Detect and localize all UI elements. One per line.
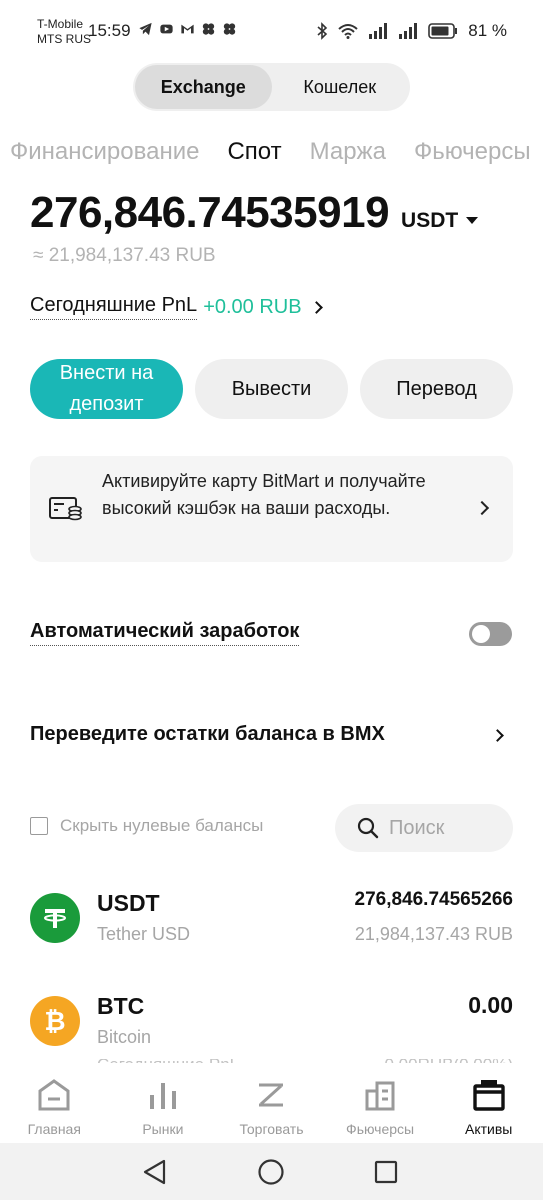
deposit-button[interactable]: Внести на депозит [30, 359, 183, 419]
asset-row-btc[interactable]: ₿ BTC Bitcoin 0.00 Сегодняшние PnL 0.00R… [30, 992, 513, 1069]
account-switch: Exchange Кошелек [133, 63, 410, 111]
futures-icon [365, 1081, 395, 1111]
total-balance: 276,846.74535919 USDT [30, 188, 479, 238]
card-cashback-icon [49, 497, 82, 521]
search-input[interactable] [389, 816, 499, 840]
hide-zero-checkbox[interactable] [30, 817, 48, 835]
caret-down-icon [466, 217, 479, 224]
nav-futures-label: Фьючерсы [346, 1121, 415, 1137]
bar-chart-icon [149, 1083, 176, 1109]
asset-name: Bitcoin [97, 1027, 152, 1047]
transfer-button[interactable]: Перевод [360, 359, 513, 419]
tab-spot[interactable]: Спот [227, 138, 281, 166]
balance-fiat: ≈ 21,984,137.43 RUB [33, 245, 216, 266]
nav-trade-label: Торговать [239, 1121, 304, 1137]
category-tabs: Финансирование Спот Маржа Фьючерсы [10, 138, 543, 166]
clock: 15:59 [88, 21, 131, 40]
toggle-knob [472, 625, 490, 643]
telegram-icon [139, 22, 152, 36]
app-icon-2 [223, 23, 236, 35]
wifi-icon [338, 24, 358, 39]
action-buttons: Внести на депозит Вывести Перевод [30, 359, 513, 419]
signal-icon-1 [369, 23, 388, 39]
deposit-label-line1: Внести на [59, 362, 154, 384]
tab-exchange[interactable]: Exchange [135, 65, 272, 109]
asset-symbol: BTC [97, 993, 145, 1019]
back-icon[interactable] [139, 1156, 171, 1188]
bluetooth-icon [317, 22, 328, 40]
system-icons: 81 % [316, 21, 507, 41]
bitcoin-icon: ₿ [30, 996, 80, 1046]
currency-selector[interactable]: USDT [401, 209, 479, 233]
tab-wallet[interactable]: Кошелек [272, 65, 409, 109]
hide-zero-balances[interactable]: Скрыть нулевые балансы [30, 816, 263, 836]
tab-funding[interactable]: Финансирование [10, 138, 199, 166]
convert-dust-link[interactable]: Переведите остатки баланса в BMX [30, 723, 385, 746]
currency-label: USDT [401, 209, 459, 232]
nav-home-label: Главная [27, 1121, 81, 1137]
recents-icon[interactable] [370, 1156, 402, 1188]
asset-row-usdt[interactable]: USDT Tether USD 276,846.74565266 21,984,… [30, 889, 513, 963]
wallet-icon [472, 1080, 505, 1111]
asset-name: Tether USD [97, 924, 191, 944]
promo-text: Активируйте карту BitMart и получайте вы… [102, 471, 426, 518]
gmail-icon [181, 24, 194, 34]
bottom-navigation: Главная Рынки Торговать Фьючерсы Активы [0, 1063, 543, 1143]
carrier-line-2: MTS RUS [37, 32, 91, 46]
tether-icon [30, 893, 80, 943]
nav-markets-label: Рынки [142, 1121, 184, 1137]
pnl-value: +0.00 RUB [203, 295, 302, 318]
asset-fiat-value: 21,984,137.43 RUB [354, 924, 513, 944]
nav-assets[interactable]: Активы [434, 1063, 543, 1143]
signal-icon-2 [399, 23, 418, 39]
card-promo-banner[interactable]: Активируйте карту BitMart и получайте вы… [30, 456, 513, 562]
notification-icons [138, 22, 237, 36]
pnl-label: Сегодняшние PnL [30, 294, 198, 320]
tab-margin[interactable]: Маржа [310, 138, 386, 166]
tether-glyph [44, 909, 66, 928]
nav-trade[interactable]: Торговать [217, 1063, 326, 1143]
carrier-line-1: T-Mobile [37, 17, 84, 31]
asset-amount: 276,846.74565266 [354, 889, 514, 910]
today-pnl[interactable]: Сегодняшние PnL +0.00 RUB [30, 294, 323, 320]
search-icon [357, 817, 379, 839]
battery-percent: 81 % [468, 21, 507, 40]
asset-symbol: USDT [97, 890, 160, 916]
deposit-label-line2: депозит [69, 393, 144, 415]
hide-zero-label: Скрыть нулевые балансы [60, 816, 264, 835]
asset-search[interactable] [335, 804, 513, 852]
chevron-right-icon [309, 300, 323, 314]
nav-home[interactable]: Главная [0, 1063, 109, 1143]
chevron-right-icon [474, 500, 490, 516]
balance-amount: 276,846.74535919 [30, 188, 390, 237]
home-circle-icon[interactable] [255, 1156, 287, 1188]
auto-earn-label: Автоматический заработок [30, 620, 300, 646]
youtube-icon [160, 24, 173, 34]
system-navigation-bar [0, 1143, 543, 1200]
auto-earn-toggle[interactable] [469, 622, 512, 646]
nav-assets-label: Активы [464, 1121, 513, 1137]
chevron-right-icon [491, 729, 504, 742]
nav-markets[interactable]: Рынки [109, 1063, 218, 1143]
status-bar: T-Mobile MTS RUS 15:59 81 % [0, 0, 543, 52]
trade-icon [259, 1083, 284, 1107]
withdraw-button[interactable]: Вывести [195, 359, 348, 419]
nav-futures[interactable]: Фьючерсы [326, 1063, 435, 1143]
tab-futures[interactable]: Фьючерсы [414, 138, 531, 166]
carrier-label: T-Mobile MTS RUS [37, 17, 91, 47]
home-icon [38, 1079, 70, 1111]
app-icon-1 [202, 23, 215, 35]
battery-icon [428, 23, 458, 39]
asset-amount: 0.00 [468, 992, 513, 1018]
